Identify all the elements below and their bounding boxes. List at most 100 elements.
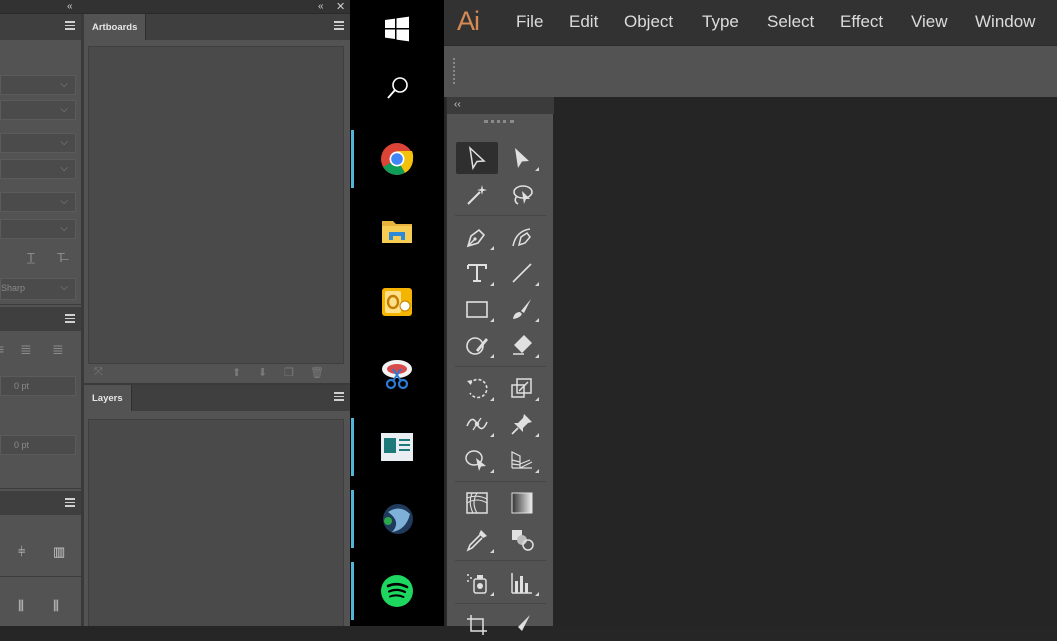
direct-selection-tool[interactable] bbox=[501, 142, 543, 174]
distribute-horizontal-icon[interactable]: ⫼ bbox=[18, 598, 24, 614]
left-panel-area: « « ✕ ⌵ ⌵ ⌵ ⌵ ⌵ ⌵ T̲ T̶ Sharp ⌵ ≡ ≣ ≣ 0 … bbox=[0, 0, 350, 626]
scale-field[interactable]: ⌵ bbox=[0, 192, 76, 212]
rotate-tool[interactable] bbox=[456, 372, 498, 404]
illustrator-window: Ai File Edit Object Type Select Effect V… bbox=[444, 0, 1057, 635]
artboards-list[interactable] bbox=[88, 46, 344, 364]
menu-file[interactable]: File bbox=[516, 12, 543, 32]
align-bottom-icon[interactable]: ▥ bbox=[53, 544, 65, 560]
menu-edit[interactable]: Edit bbox=[569, 12, 598, 32]
menu-object[interactable]: Object bbox=[624, 12, 673, 32]
curvature-tool[interactable] bbox=[501, 221, 543, 253]
windows-logo-icon bbox=[385, 16, 409, 42]
align-panel-header bbox=[0, 491, 81, 515]
slice-tool[interactable] bbox=[501, 609, 543, 641]
shape-builder-icon bbox=[465, 450, 486, 471]
collapse-icon[interactable]: « bbox=[67, 0, 73, 14]
panel-menu-icon[interactable] bbox=[65, 498, 75, 508]
distribute-spacing-icon[interactable]: ⫼ bbox=[53, 598, 59, 614]
menu-view[interactable]: View bbox=[911, 12, 948, 32]
toolbox-grip[interactable] bbox=[484, 120, 514, 124]
strikethrough-icon[interactable]: T̶ bbox=[57, 250, 65, 265]
perspective-grid-tool[interactable] bbox=[501, 444, 543, 476]
move-up-icon[interactable]: ⬆ bbox=[232, 366, 241, 379]
gradient-tool[interactable] bbox=[501, 487, 543, 519]
line-segment-tool[interactable] bbox=[501, 257, 543, 289]
space-before-field[interactable]: 0 pt bbox=[0, 435, 76, 455]
anti-alias-value: Sharp bbox=[1, 283, 26, 293]
running-indicator bbox=[351, 490, 354, 548]
mesh-tool[interactable] bbox=[456, 487, 498, 519]
align-justify-icon[interactable]: ≡ bbox=[0, 341, 4, 357]
document-canvas[interactable] bbox=[554, 97, 1057, 626]
menu-type[interactable]: Type bbox=[702, 12, 739, 32]
eyedropper-tool[interactable] bbox=[456, 524, 498, 556]
tab-layers[interactable]: Layers bbox=[84, 385, 132, 411]
pen-tool[interactable] bbox=[456, 221, 498, 253]
outlook-app[interactable] bbox=[350, 273, 444, 333]
artboard-icon bbox=[467, 615, 487, 635]
snipping-tool-app[interactable] bbox=[350, 345, 444, 405]
underline-icon[interactable]: T̲ bbox=[27, 250, 35, 265]
font-size-field[interactable]: ⌵ bbox=[0, 133, 76, 153]
spotify-app[interactable] bbox=[350, 562, 444, 622]
close-icon[interactable]: ✕ bbox=[336, 0, 345, 14]
artboard-tool[interactable] bbox=[456, 609, 498, 641]
rectangle-icon bbox=[466, 301, 488, 318]
panel-menu-icon[interactable] bbox=[65, 314, 75, 324]
tracking-field[interactable]: ⌵ bbox=[0, 159, 76, 179]
start-button[interactable] bbox=[350, 0, 444, 60]
panel-menu-icon[interactable] bbox=[334, 21, 344, 31]
symbol-sprayer-tool[interactable] bbox=[456, 567, 498, 599]
rectangle-tool[interactable] bbox=[456, 293, 498, 325]
font-family-dropdown[interactable]: ⌵ bbox=[0, 75, 76, 95]
lasso-tool[interactable] bbox=[501, 179, 543, 211]
screen-icon bbox=[381, 433, 413, 461]
menu-window[interactable]: Window bbox=[975, 12, 1035, 32]
rearrange-artboards-icon[interactable]: ⤧ bbox=[94, 366, 103, 379]
panel-menu-icon[interactable] bbox=[334, 392, 344, 402]
type-tool[interactable] bbox=[456, 257, 498, 289]
pin-icon bbox=[511, 414, 532, 435]
teamspeak-app[interactable] bbox=[350, 490, 444, 550]
move-down-icon[interactable]: ⬇ bbox=[258, 366, 267, 379]
shaper-tool[interactable] bbox=[456, 329, 498, 361]
layers-list[interactable] bbox=[88, 419, 344, 626]
paintbrush-icon bbox=[513, 299, 531, 319]
panel-menu-icon[interactable] bbox=[65, 21, 75, 31]
properties-column: ⌵ ⌵ ⌵ ⌵ ⌵ ⌵ T̲ T̶ Sharp ⌵ ≡ ≣ ≣ 0 pt 0 p… bbox=[0, 14, 81, 626]
left-indent-field[interactable]: 0 pt bbox=[0, 376, 76, 396]
spotify-icon bbox=[381, 575, 413, 607]
baseline-field[interactable]: ⌵ bbox=[0, 219, 76, 239]
windows-taskbar bbox=[350, 0, 444, 626]
menu-effect[interactable]: Effect bbox=[840, 12, 883, 32]
new-artboard-icon[interactable]: ❐ bbox=[284, 366, 294, 379]
screen-app[interactable] bbox=[350, 418, 444, 478]
anti-alias-dropdown[interactable]: Sharp ⌵ bbox=[0, 278, 76, 300]
delete-artboard-icon[interactable]: 🗑 bbox=[310, 366, 324, 379]
search-button[interactable] bbox=[350, 60, 444, 120]
paintbrush-tool[interactable] bbox=[501, 293, 543, 325]
scale-icon bbox=[511, 378, 532, 398]
magic-wand-tool[interactable] bbox=[456, 179, 498, 211]
shape-builder-tool[interactable] bbox=[456, 444, 498, 476]
column-graph-tool[interactable] bbox=[501, 567, 543, 599]
selection-tool[interactable] bbox=[456, 142, 498, 174]
justify-all-icon[interactable]: ≣ bbox=[52, 341, 64, 358]
puppet-warp-tool[interactable] bbox=[501, 408, 543, 440]
chrome-app[interactable] bbox=[350, 130, 444, 190]
scale-tool[interactable] bbox=[501, 372, 543, 404]
file-explorer-app[interactable] bbox=[350, 202, 444, 262]
blend-tool[interactable] bbox=[501, 524, 543, 556]
font-style-dropdown[interactable]: ⌵ bbox=[0, 100, 76, 120]
tab-artboards[interactable]: Artboards bbox=[84, 14, 147, 40]
collapse-icon[interactable]: « bbox=[318, 0, 324, 14]
control-bar-grip[interactable] bbox=[453, 58, 455, 84]
eraser-tool[interactable] bbox=[501, 329, 543, 361]
width-tool[interactable] bbox=[456, 408, 498, 440]
align-vertical-center-icon[interactable]: ⫩ bbox=[18, 544, 25, 560]
toolbox-collapse-button[interactable]: ‹‹ bbox=[447, 97, 554, 114]
justify-last-center-icon[interactable]: ≣ bbox=[20, 341, 32, 358]
menu-select[interactable]: Select bbox=[767, 12, 814, 32]
symbol-sprayer-icon bbox=[467, 574, 487, 594]
pen-icon bbox=[466, 228, 486, 248]
